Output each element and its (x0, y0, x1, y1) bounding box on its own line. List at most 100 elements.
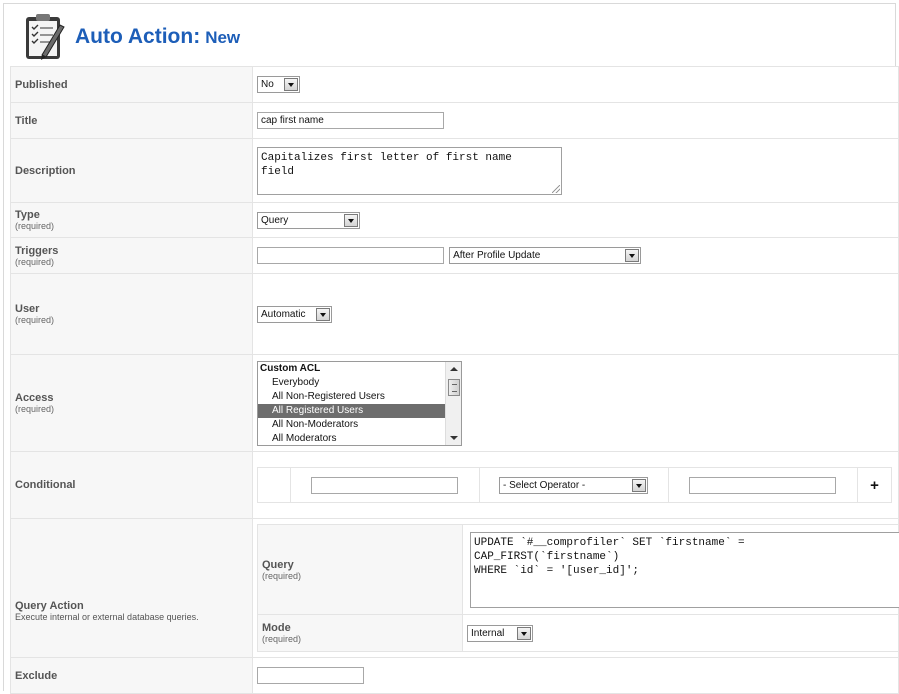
scroll-up-arrow-icon[interactable] (450, 367, 458, 371)
query-label: Query (262, 559, 458, 571)
description-textarea[interactable]: Capitalizes first letter of first name f… (257, 147, 562, 195)
exclude-field-cell (253, 658, 899, 694)
user-required: (required) (15, 315, 248, 325)
mode-select[interactable]: Internal (467, 625, 533, 642)
triggers-field-cell: After Profile Update (253, 238, 899, 274)
chevron-down-icon (284, 78, 298, 91)
query-label-cell: Query (required) (258, 525, 463, 615)
published-select-value: No (261, 79, 274, 90)
title-input[interactable]: cap first name (257, 112, 444, 129)
query-action-help: Execute internal or external database qu… (15, 612, 248, 622)
triggers-select-value: After Profile Update (453, 250, 540, 261)
query-textarea[interactable]: UPDATE `#__comprofiler` SET `firstname` … (470, 532, 899, 608)
access-option[interactable]: Custom ACL (258, 362, 445, 376)
user-label: User (15, 303, 248, 315)
conditional-spacer-cell (258, 468, 291, 503)
row-conditional: Conditional - Select Operator - (11, 452, 899, 519)
query-action-table: Query (required) UPDATE `#__comprofiler`… (257, 524, 899, 652)
published-select[interactable]: No (257, 76, 300, 93)
title-field-cell: cap first name (253, 103, 899, 139)
type-required: (required) (15, 221, 248, 231)
query-action-label-cell: Query Action Execute internal or externa… (11, 519, 253, 658)
page-title-sub: New (205, 28, 240, 47)
description-label-cell: Description (11, 139, 253, 203)
triggers-select[interactable]: After Profile Update (449, 247, 641, 264)
resize-grip-icon[interactable] (552, 185, 560, 193)
published-field-cell: No (253, 67, 899, 103)
type-select[interactable]: Query (257, 212, 360, 229)
access-listbox[interactable]: Custom ACL Everybody All Non-Registered … (257, 361, 462, 446)
access-option[interactable]: All Non-Registered Users (258, 390, 445, 404)
row-triggers: Triggers (required) After Profile Update (11, 238, 899, 274)
row-user: User (required) Automatic (11, 274, 899, 355)
scrollbar-thumb[interactable] (448, 379, 460, 396)
row-title: Title cap first name (11, 103, 899, 139)
access-scrollbar[interactable] (445, 362, 461, 445)
chevron-down-icon (316, 308, 330, 321)
title-label-cell: Title (11, 103, 253, 139)
description-field-cell: Capitalizes first letter of first name f… (253, 139, 899, 203)
row-description: Description Capitalizes first letter of … (11, 139, 899, 203)
row-type: Type (required) Query (11, 203, 899, 238)
conditional-field-input[interactable] (311, 477, 458, 494)
exclude-input[interactable] (257, 667, 364, 684)
access-label: Access (15, 392, 248, 404)
access-option[interactable]: Everybody (258, 376, 445, 390)
access-required: (required) (15, 404, 248, 414)
access-option[interactable]: All Moderators (258, 432, 445, 446)
page-title: Auto Action: New (75, 25, 240, 49)
mode-label: Mode (262, 622, 458, 634)
mode-label-cell: Mode (required) (258, 615, 463, 652)
query-field-cell: UPDATE `#__comprofiler` SET `firstname` … (463, 525, 899, 615)
published-label: Published (15, 79, 248, 91)
conditional-field-cell: - Select Operator - + (253, 452, 899, 519)
user-select[interactable]: Automatic (257, 306, 332, 323)
chevron-down-icon (625, 249, 639, 262)
exclude-label-cell: Exclude (11, 658, 253, 694)
scroll-down-arrow-icon[interactable] (450, 436, 458, 440)
access-field-cell: Custom ACL Everybody All Non-Registered … (253, 355, 899, 452)
conditional-operator-cell: - Select Operator - (480, 468, 669, 503)
triggers-input[interactable] (257, 247, 444, 264)
page-title-main: Auto Action: (75, 25, 200, 48)
auto-action-form: Published No Title cap first name Descri… (10, 66, 899, 694)
conditional-label-cell: Conditional (11, 452, 253, 519)
mode-required: (required) (262, 634, 458, 644)
chevron-down-icon (517, 627, 531, 640)
type-label: Type (15, 209, 248, 221)
triggers-label-cell: Triggers (required) (11, 238, 253, 274)
user-select-value: Automatic (261, 309, 305, 320)
published-label-cell: Published (11, 67, 253, 103)
type-select-value: Query (261, 215, 288, 226)
triggers-required: (required) (15, 257, 248, 267)
title-label: Title (15, 115, 248, 127)
type-field-cell: Query (253, 203, 899, 238)
clipboard-checklist-icon (22, 11, 68, 61)
row-access: Access (required) Custom ACL Everybody A… (11, 355, 899, 452)
description-label: Description (15, 165, 248, 177)
query-action-field-cell: Query (required) UPDATE `#__comprofiler`… (253, 519, 899, 658)
user-field-cell: Automatic (253, 274, 899, 355)
triggers-label: Triggers (15, 245, 248, 257)
conditional-field-cell-1 (291, 468, 480, 503)
mode-select-value: Internal (471, 628, 504, 639)
row-exclude: Exclude (11, 658, 899, 694)
type-label-cell: Type (required) (11, 203, 253, 238)
conditional-operator-value: - Select Operator - (503, 480, 585, 491)
query-action-label: Query Action (15, 600, 248, 612)
access-label-cell: Access (required) (11, 355, 253, 452)
query-required: (required) (262, 571, 458, 581)
chevron-down-icon (344, 214, 358, 227)
mode-field-cell: Internal (463, 615, 899, 652)
conditional-operator-select[interactable]: - Select Operator - (499, 477, 648, 494)
row-published: Published No (11, 67, 899, 103)
conditional-value-input[interactable] (689, 477, 836, 494)
description-text: Capitalizes first letter of first name f… (261, 152, 512, 178)
add-condition-button[interactable]: + (858, 468, 892, 503)
exclude-label: Exclude (15, 670, 248, 682)
access-option-selected[interactable]: All Registered Users (258, 404, 445, 418)
conditional-value-cell (669, 468, 858, 503)
access-option[interactable]: All Non-Moderators (258, 418, 445, 432)
conditional-table: - Select Operator - + (257, 467, 892, 503)
conditional-label: Conditional (15, 479, 248, 491)
